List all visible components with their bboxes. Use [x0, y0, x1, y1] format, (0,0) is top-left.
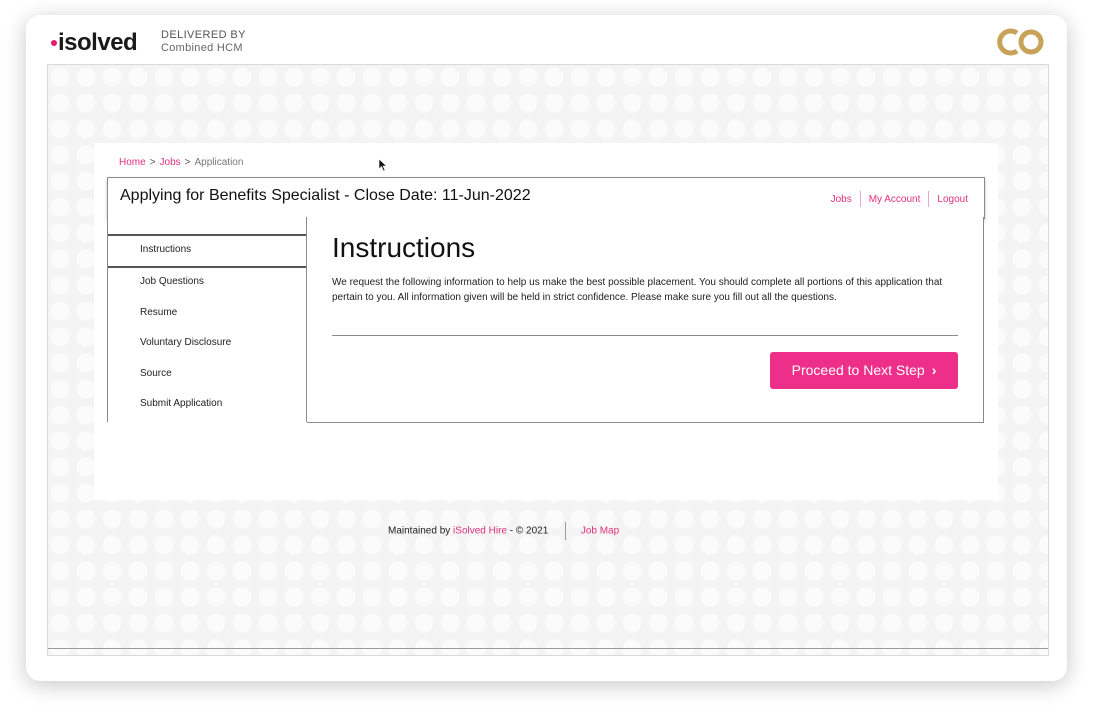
sidebar-item-instructions[interactable]: Instructions [140, 244, 191, 255]
breadcrumb-current: Application [194, 157, 244, 168]
sidebar-item-resume[interactable]: Resume [140, 307, 177, 318]
nav-my-account-link[interactable]: My Account [861, 194, 929, 205]
isolved-logo: isolved [51, 29, 138, 57]
sidebar-item-voluntary-disclosure[interactable]: Voluntary Disclosure [140, 337, 231, 348]
sidebar-item-submit-application[interactable]: Submit Application [140, 398, 222, 409]
sidebar-top-tab [108, 217, 306, 236]
sidebar-item-job-questions[interactable]: Job Questions [140, 276, 204, 287]
screenshot-area: Maintained by iSolved Hire - © 2021 Job … [47, 64, 1049, 656]
sidebar: Instructions Job Questions Resume Volunt… [107, 217, 307, 422]
mouse-cursor-icon [378, 158, 388, 172]
content-heading: Instructions [332, 232, 476, 263]
sidebar-active-separator [108, 266, 306, 268]
nav-logout-link[interactable]: Logout [929, 194, 976, 205]
footer-company-link[interactable]: iSolved Hire [453, 526, 507, 537]
footer-job-map-link[interactable]: Job Map [581, 526, 619, 537]
page-title: Applying for Benefits Specialist - Close… [120, 187, 531, 204]
proceed-button[interactable]: Proceed to Next Step › [770, 352, 958, 389]
breadcrumb-jobs[interactable]: Jobs [160, 157, 181, 168]
breadcrumb-separator: > [184, 157, 191, 168]
top-nav: Jobs My Account Logout [823, 191, 976, 207]
logo-text: isolved [58, 29, 138, 56]
delivered-by-label: DELIVERED BY [161, 29, 246, 41]
footer-copyright: - © 2021 [509, 525, 549, 537]
breadcrumb-separator: > [149, 157, 156, 168]
combined-logo-icon [997, 28, 1044, 56]
breadcrumb: Home > Jobs > Application [119, 157, 243, 168]
footer-maintained-label: Maintained by [388, 525, 451, 537]
instructions-text: We request the following information to … [332, 277, 943, 303]
nav-jobs-link[interactable]: Jobs [823, 194, 860, 205]
footer: Maintained by iSolved Hire - © 2021 Job … [94, 511, 998, 549]
sidebar-item-source[interactable]: Source [140, 368, 172, 379]
bottom-divider [48, 648, 1048, 649]
main-content: Instructions We request the following in… [307, 217, 984, 423]
delivered-by-company: Combined HCM [161, 42, 243, 54]
proceed-button-label: Proceed to Next Step [791, 362, 925, 378]
delivered-by: DELIVERED BY Combined HCM [161, 29, 246, 55]
breadcrumb-home[interactable]: Home [119, 157, 146, 168]
logo-dot-icon [51, 39, 57, 46]
content-divider [332, 335, 958, 336]
footer-divider [565, 522, 567, 540]
title-bar: Applying for Benefits Specialist - Close… [107, 177, 985, 219]
chevron-right-icon: › [931, 362, 937, 378]
